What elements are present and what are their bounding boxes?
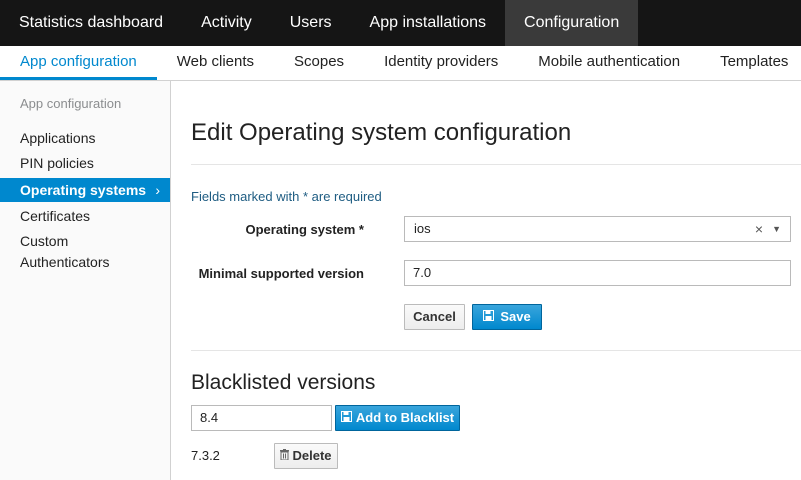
sidebar-item-applications[interactable]: Applications xyxy=(0,128,170,149)
save-button[interactable]: Save xyxy=(472,304,542,330)
required-fields-note: Fields marked with * are required xyxy=(191,189,382,204)
delete-button-label: Delete xyxy=(292,448,332,463)
sub-navigation: App configuration Web clients Scopes Ide… xyxy=(0,46,801,81)
save-icon xyxy=(340,406,352,430)
operating-system-value: ios xyxy=(414,221,431,236)
cancel-button[interactable]: Cancel xyxy=(404,304,465,330)
tab-activity[interactable]: Activity xyxy=(182,0,271,46)
minimal-version-label: Minimal supported version xyxy=(198,266,364,281)
sidebar-item-label: Custom xyxy=(20,233,69,249)
chevron-right-icon: › xyxy=(155,182,160,198)
tab-configuration[interactable]: Configuration xyxy=(505,0,639,46)
blacklist-version-input[interactable]: 8.4 xyxy=(191,405,332,431)
page-title: Edit Operating system configuration xyxy=(191,119,572,146)
sidebar-item-operating-systems[interactable]: Operating systems › xyxy=(0,178,170,202)
blacklisted-version: 7.3.2 xyxy=(191,448,220,463)
section-divider xyxy=(191,350,801,351)
delete-button[interactable]: Delete xyxy=(274,443,338,469)
sidebar: App configuration Applications PIN polic… xyxy=(0,81,171,480)
tab-app-installations[interactable]: App installations xyxy=(351,0,506,46)
subtab-identity-providers[interactable]: Identity providers xyxy=(364,46,518,80)
save-button-label: Save xyxy=(500,309,531,324)
minimal-version-input[interactable]: 7.0 xyxy=(404,260,791,286)
subtab-web-clients[interactable]: Web clients xyxy=(157,46,274,80)
subtab-mobile-authentication[interactable]: Mobile authentication xyxy=(518,46,700,80)
operating-system-label: Operating system * xyxy=(245,222,365,237)
tab-statistics-dashboard[interactable]: Statistics dashboard xyxy=(0,0,182,46)
sidebar-item-label: Authenticators xyxy=(20,254,110,270)
main-content: Edit Operating system configuration Fiel… xyxy=(172,81,801,480)
trash-icon xyxy=(280,444,290,468)
tab-users[interactable]: Users xyxy=(271,0,351,46)
operating-system-select[interactable]: ios × ▼ xyxy=(404,216,791,242)
sidebar-item-custom-authenticators[interactable]: Custom Authenticators xyxy=(0,231,170,273)
add-to-blacklist-button[interactable]: Add to Blacklist xyxy=(335,405,460,431)
top-navigation: Statistics dashboard Activity Users App … xyxy=(0,0,801,46)
sidebar-heading: App configuration xyxy=(20,96,122,111)
sidebar-item-pin-policies[interactable]: PIN policies xyxy=(0,153,170,174)
subtab-templates[interactable]: Templates xyxy=(700,46,801,80)
title-divider xyxy=(191,164,801,165)
caret-down-icon[interactable]: ▼ xyxy=(772,217,781,241)
add-to-blacklist-label: Add to Blacklist xyxy=(355,410,455,425)
topnav-filler xyxy=(638,0,801,46)
clear-icon[interactable]: × xyxy=(755,217,763,241)
subtab-app-configuration[interactable]: App configuration xyxy=(0,46,157,80)
sidebar-item-certificates[interactable]: Certificates xyxy=(0,206,170,227)
subtab-scopes[interactable]: Scopes xyxy=(274,46,364,80)
save-icon xyxy=(483,305,495,329)
sidebar-item-label: Operating systems xyxy=(20,182,147,198)
blacklisted-versions-title: Blacklisted versions xyxy=(191,371,376,394)
